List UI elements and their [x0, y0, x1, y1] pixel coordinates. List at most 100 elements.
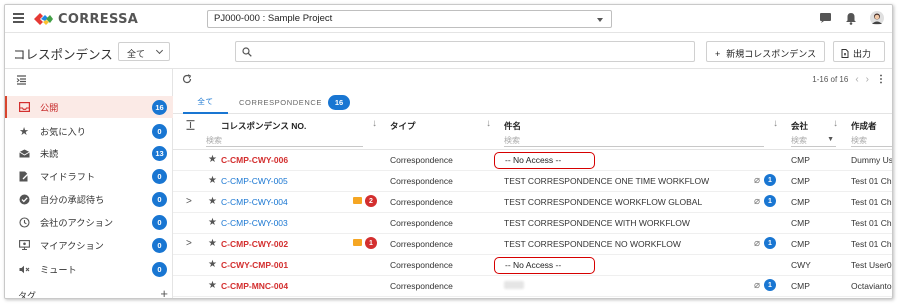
add-tag-icon[interactable]: +: [160, 286, 168, 298]
subject-cell[interactable]: TEST CORRESPONDENCE WORKFLOW GLOBAL: [504, 197, 702, 207]
subject-cell[interactable]: TEST CORRESPONDENCE NO WORKFLOW: [504, 239, 681, 249]
attachment-count-badge[interactable]: 1: [764, 174, 776, 186]
unread-count-badge[interactable]: 2: [365, 195, 377, 207]
tab-correspondence[interactable]: CORRESPONDENCE 16: [239, 90, 350, 114]
author-cell: Dummy User: [851, 155, 893, 165]
scope-filter-dropdown[interactable]: 全て: [118, 42, 170, 61]
sidebar-item-favorites[interactable]: ★ お気に入り 0: [5, 120, 173, 142]
pagination-range: 1-16 of 16: [812, 75, 849, 84]
sidebar-item-label: マイアクション: [40, 241, 104, 251]
star-icon[interactable]: ★: [208, 196, 217, 207]
table-row[interactable]: ★ C-CMP-MNC-004 Correspondence ⌀ 1 CMP O…: [173, 276, 892, 297]
table-row[interactable]: ★ C-CMP-CWY-005 Correspondence TEST CORR…: [173, 171, 892, 192]
project-select-value: PJ000-000 : Sample Project: [214, 13, 333, 24]
tab-all[interactable]: 全て: [183, 90, 228, 114]
more-vert-icon[interactable]: ⋮: [876, 74, 886, 85]
sidebar-item-unread[interactable]: 未読 13: [5, 142, 173, 164]
sidebar-item-public[interactable]: 公開 16: [5, 96, 173, 118]
column-header-no[interactable]: コレスポンデンス NO.: [221, 120, 306, 132]
correspondence-no[interactable]: C-CMP-CWY-002: [221, 239, 288, 249]
filter-company-select[interactable]: 検索 ▼: [791, 135, 836, 147]
company-cell: CMP: [791, 155, 810, 165]
count-badge: 13: [152, 146, 167, 161]
sidebar-item-label: 自分の承認待ち: [40, 195, 105, 205]
author-cell: Test User01: [851, 260, 893, 270]
refresh-icon[interactable]: [182, 74, 192, 84]
correspondence-no[interactable]: C-CMP-CWY-006: [221, 155, 288, 165]
table-row[interactable]: ★ C-CMP-CWY-006 Correspondence -- No Acc…: [173, 150, 893, 171]
expand-all-icon[interactable]: [186, 120, 195, 130]
table-row[interactable]: ★ C-CMP-CWY-003 Correspondence TEST CORR…: [173, 213, 892, 234]
sidebar-item-label: 公開: [40, 103, 59, 113]
star-icon[interactable]: ★: [208, 238, 217, 249]
search-input[interactable]: [235, 41, 695, 62]
sidebar-item-my-approvals[interactable]: 自分の承認待ち 0: [5, 188, 173, 210]
table-row[interactable]: > ★ C-CMP-CWY-004 2 Correspondence TEST …: [173, 192, 892, 213]
author-cell: Octavianto: [851, 281, 892, 291]
expand-row-icon[interactable]: >: [186, 238, 194, 249]
sort-arrow-icon[interactable]: ↓: [833, 118, 838, 129]
new-correspondence-button[interactable]: + 新規コレスポンデンス: [706, 41, 825, 62]
attachment-count-badge[interactable]: 1: [764, 279, 776, 291]
paperclip-icon: ⌀: [754, 238, 761, 249]
avatar[interactable]: [870, 11, 884, 25]
mail-icon: [353, 239, 362, 246]
company-cell: CMP: [791, 218, 810, 228]
star-icon[interactable]: ★: [208, 217, 217, 228]
correspondence-no[interactable]: C-CMP-CWY-005: [221, 176, 288, 186]
sidebar-item-company-actions[interactable]: 会社のアクション 0: [5, 211, 173, 233]
column-header-author[interactable]: 作成者: [851, 120, 877, 132]
company-cell: CWY: [791, 260, 811, 270]
filter-no-input[interactable]: 検索: [206, 135, 363, 147]
type-cell: Correspondence: [390, 218, 453, 228]
correspondence-no[interactable]: C-CMP-CWY-004: [221, 197, 288, 207]
type-cell: Correspondence: [390, 239, 453, 249]
menu-icon[interactable]: [13, 13, 24, 23]
subject-cell[interactable]: TEST CORRESPONDENCE ONE TIME WORKFLOW: [504, 176, 709, 186]
star-icon[interactable]: ★: [208, 259, 217, 270]
correspondence-no[interactable]: C-CMP-MNC-004: [221, 281, 288, 291]
bell-icon[interactable]: [844, 11, 858, 25]
scope-filter-value: 全て: [127, 49, 146, 59]
unread-count-badge[interactable]: 1: [365, 237, 377, 249]
table-row[interactable]: > ★ C-CMP-CWY-002 1 Correspondence TEST …: [173, 234, 892, 255]
sidebar-item-label: ミュート: [40, 265, 77, 275]
plus-icon: +: [715, 49, 721, 59]
attachment-count-badge[interactable]: 1: [764, 237, 776, 249]
expand-row-icon[interactable]: >: [186, 196, 194, 207]
chat-icon[interactable]: [818, 11, 832, 25]
collapse-sidebar-icon[interactable]: [16, 75, 27, 85]
sidebar: 公開 16 ★ お気に入り 0 未読 13 マイドラフト 0 自分の承認待ち 0…: [5, 69, 173, 298]
sidebar-item-label: お気に入り: [40, 127, 86, 137]
my-action-icon: [18, 239, 30, 251]
search-icon: [242, 47, 252, 57]
sidebar-item-my-actions[interactable]: マイアクション 0: [5, 234, 173, 256]
sort-arrow-icon[interactable]: ↓: [486, 118, 491, 129]
chevron-left-icon[interactable]: ‹: [855, 74, 858, 85]
correspondence-no[interactable]: C-CMP-CWY-003: [221, 218, 288, 228]
column-header-type[interactable]: タイプ: [390, 120, 416, 132]
table-row[interactable]: ★ C-CWY-CMP-001 Correspondence -- No Acc…: [173, 255, 893, 276]
attachment-count-badge[interactable]: 1: [764, 195, 776, 207]
sidebar-item-mute[interactable]: ミュート 0: [5, 258, 173, 280]
chevron-right-icon[interactable]: ›: [866, 74, 869, 85]
star-icon[interactable]: ★: [208, 280, 217, 291]
project-select[interactable]: PJ000-000 : Sample Project: [207, 10, 612, 28]
sort-arrow-icon[interactable]: ↓: [773, 118, 778, 129]
export-button[interactable]: 出力: [833, 41, 885, 62]
filter-subject-input[interactable]: 検索: [504, 135, 764, 147]
star-icon[interactable]: ★: [208, 175, 217, 186]
star-icon: ★: [19, 125, 29, 138]
app-logo[interactable]: CORRESSA: [32, 11, 138, 27]
star-icon[interactable]: ★: [208, 154, 217, 165]
column-header-company[interactable]: 会社: [791, 120, 808, 132]
count-badge: 0: [152, 124, 167, 139]
chevron-down-icon: [155, 46, 164, 55]
sort-arrow-icon[interactable]: ↓: [372, 118, 377, 129]
column-header-subject[interactable]: 件名: [504, 120, 521, 132]
sidebar-item-my-drafts[interactable]: マイドラフト 0: [5, 165, 173, 187]
subject-cell[interactable]: TEST CORRESPONDENCE WITH WORKFLOW: [504, 218, 690, 228]
no-access-subject: -- No Access --: [494, 257, 595, 274]
correspondence-no[interactable]: C-CWY-CMP-001: [221, 260, 288, 270]
filter-author-input[interactable]: 検索: [851, 135, 892, 147]
